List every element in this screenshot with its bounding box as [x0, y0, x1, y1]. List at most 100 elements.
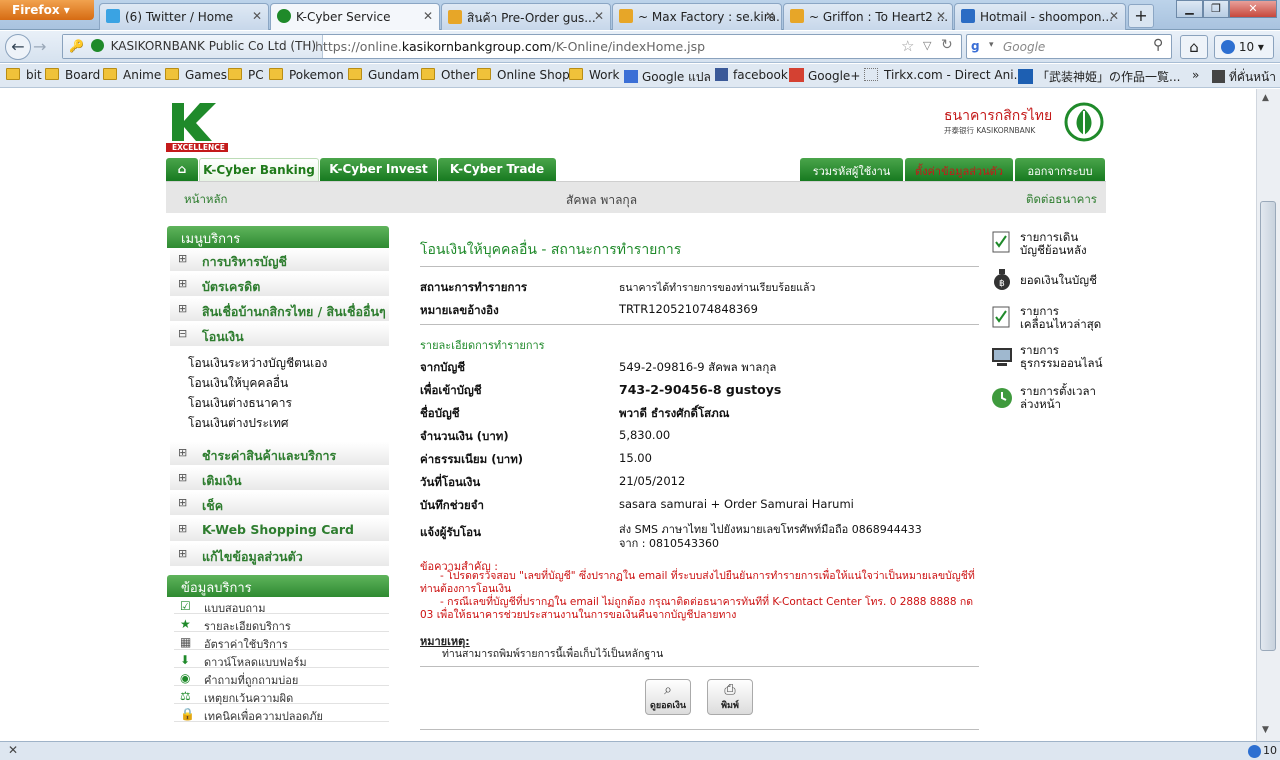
link-scheduled-transactions[interactable]: รายการตั้งเวลา ล่วงหน้า [1020, 385, 1096, 411]
tab-k-cyber-banking[interactable]: K-Cyber Banking [199, 158, 319, 181]
statement-check-icon[interactable] [990, 230, 1014, 254]
submenu-international-transfer[interactable]: โอนเงินต่างประเทศ [188, 414, 289, 433]
bookmark-folder-bit[interactable]: bit [6, 68, 42, 82]
home-tab[interactable]: ⌂ [166, 158, 198, 181]
menu-item-transfer[interactable]: ⊟ โอนเงิน [170, 323, 389, 347]
reload-icon[interactable]: ↻ [941, 37, 953, 53]
url-bar[interactable]: 🔑 KASIKORNBANK Public Co Ltd (TH) https:… [62, 34, 962, 59]
tab-griffon[interactable]: ~ Griffon : To Heart2 ... ✕ [783, 3, 953, 30]
search-icon[interactable]: ⚲ [1153, 37, 1163, 53]
kbank-rice-icon [1064, 102, 1104, 142]
url-dropdown-icon[interactable]: ▽ [923, 39, 931, 52]
url-text[interactable]: https://online.kasikornbankgroup.com/K-O… [315, 39, 705, 54]
tab-preorder[interactable]: สินค้า Pre-Order gus... ✕ [441, 3, 611, 30]
close-icon[interactable]: ✕ [423, 9, 433, 23]
scroll-down-icon[interactable]: ▼ [1262, 725, 1269, 735]
link-statement-history[interactable]: รายการเดิน บัญชีย้อนหลัง [1020, 231, 1087, 257]
home-button[interactable]: ⌂ [1180, 35, 1208, 59]
close-icon[interactable]: ✕ [252, 9, 262, 23]
menu-item-account-management[interactable]: ⊞ การบริหารบัญชี [170, 248, 389, 272]
bookmark-folder-anime[interactable]: Anime [103, 68, 161, 82]
search-engine-dropdown-icon[interactable]: ▾ [989, 40, 994, 50]
search-placeholder[interactable]: Google [1003, 40, 1045, 54]
tab-k-cyber[interactable]: K-Cyber Service ✕ [270, 3, 440, 30]
link-online-transactions[interactable]: รายการ ธุรกรรมออนไลน์ [1020, 344, 1102, 370]
bookmark-tirkx[interactable]: Tirkx.com - Direct Ani... [864, 68, 1025, 82]
menu-item-credit-card[interactable]: ⊞ บัตรเครดิต [170, 273, 389, 297]
link-logout[interactable]: ออกจากระบบ [1015, 158, 1105, 181]
bookmark-busou-shinki[interactable]: 「武装神姫」の作品一覧... [1018, 68, 1180, 85]
notifications-button[interactable]: 10 ▾ [1214, 35, 1274, 59]
folder-icon [269, 68, 283, 80]
bookmark-folder-pokemon[interactable]: Pokemon [269, 68, 344, 82]
tab-hotmail[interactable]: Hotmail - shoompon... ✕ [954, 3, 1126, 30]
menu-item-edit-profile[interactable]: ⊞ แก้ไขข้อมูลส่วนตัว [170, 543, 389, 567]
back-button[interactable]: ← [5, 34, 31, 60]
money-bag-icon[interactable]: ฿ [990, 267, 1014, 291]
site-identity-button[interactable]: 🔑 KASIKORNBANK Public Co Ltd (TH) [63, 35, 324, 58]
expand-icon: ⊞ [178, 496, 188, 509]
svc-disclaimer[interactable]: ⚖ เหตุยกเว้นความผิด [174, 687, 389, 705]
new-tab-button[interactable]: + [1128, 4, 1154, 28]
forward-button[interactable]: → [33, 37, 46, 56]
menu-item-bill-payment[interactable]: ⊞ ชำระค่าสินค้าและบริการ [170, 442, 389, 466]
print-button[interactable]: ⎙ พิมพ์ [707, 679, 753, 715]
close-icon[interactable]: ✕ [594, 9, 604, 23]
bookmark-facebook[interactable]: facebook [715, 68, 788, 82]
svc-faq[interactable]: ◉ คำถามที่ถูกถามบ่อย [174, 669, 389, 687]
link-combine-user-id[interactable]: รวมรหัสผู้ใช้งาน [800, 158, 903, 181]
view-balance-button[interactable]: ⌕ ดูยอดเงิน [645, 679, 691, 715]
menu-item-cheque[interactable]: ⊞ เช็ค [170, 492, 389, 516]
clock-icon[interactable] [990, 386, 1014, 410]
submenu-third-party-transfer[interactable]: โอนเงินให้บุคคลอื่น [188, 374, 288, 393]
status-notification-count[interactable]: 10 [1263, 744, 1277, 757]
tab-k-cyber-invest[interactable]: K-Cyber Invest [320, 158, 437, 181]
link-recent-transactions[interactable]: รายการ เคลื่อนไหวล่าสุด [1020, 305, 1101, 331]
bookmark-folder-other[interactable]: Other [421, 68, 475, 82]
home-link[interactable]: หน้าหลัก [184, 191, 228, 209]
submenu-own-account-transfer[interactable]: โอนเงินระหว่างบัญชีตนเอง [188, 354, 327, 373]
submenu-interbank-transfer[interactable]: โอนเงินต่างธนาคาร [188, 394, 292, 413]
window-close-button[interactable]: ✕ [1229, 0, 1277, 18]
bookmark-folder-gundam[interactable]: Gundam [348, 68, 419, 82]
bookmark-folder-online-shop[interactable]: Online Shop [477, 68, 570, 82]
svc-security-tips[interactable]: 🔒 เทคนิคเพื่อความปลอดภัย [174, 705, 389, 723]
bookmark-folder-games[interactable]: Games [165, 68, 227, 82]
recent-check-icon[interactable] [990, 305, 1014, 329]
bookmark-google-plus[interactable]: Google+ [789, 68, 860, 83]
close-icon[interactable]: ✕ [1109, 9, 1119, 23]
ref-label: หมายเลขอ้างอิง [420, 303, 499, 317]
menu-item-k-web-shopping-card[interactable]: ⊞ K-Web Shopping Card [170, 518, 389, 542]
maximize-button[interactable]: ❐ [1203, 0, 1229, 18]
firefox-menu-button[interactable]: Firefox ▾ [0, 0, 94, 20]
tab-max-factory[interactable]: ~ Max Factory : se.kira... ✕ [612, 3, 782, 30]
bookmark-folder-pc[interactable]: PC [228, 68, 264, 82]
bookmarks-menu[interactable]: ที่คั่นหน้า [1212, 68, 1276, 87]
bookmark-folder-board[interactable]: Board [45, 68, 100, 82]
search-box[interactable]: g ▾ Google ⚲ [966, 34, 1172, 59]
online-transaction-icon[interactable] [990, 345, 1014, 369]
scroll-up-icon[interactable]: ▲ [1262, 93, 1269, 103]
menu-item-loans[interactable]: ⊞ สินเชื่อบ้านกสิกรไทย / สินเชื่ออื่นๆ [170, 298, 389, 322]
minimize-button[interactable]: ▁ [1176, 0, 1203, 18]
close-icon[interactable]: ✕ [765, 9, 775, 23]
scrollbar-thumb[interactable] [1260, 201, 1276, 651]
tab-k-cyber-trade[interactable]: K-Cyber Trade [438, 158, 556, 181]
bookmark-star-icon[interactable]: ☆ [901, 37, 914, 55]
close-icon[interactable]: ✕ [936, 9, 946, 23]
twitter-icon [106, 9, 120, 23]
close-status-icon[interactable]: ✕ [8, 743, 18, 757]
svc-download-forms[interactable]: ⬇ ดาวน์โหลดแบบฟอร์ม [174, 651, 389, 669]
tab-twitter[interactable]: (6) Twitter / Home ✕ [99, 3, 269, 30]
bookmark-folder-work[interactable]: Work [569, 68, 619, 82]
vertical-scrollbar[interactable]: ▲ ▼ [1256, 89, 1280, 741]
bookmarks-overflow-button[interactable]: » [1192, 68, 1199, 82]
menu-item-top-up[interactable]: ⊞ เติมเงิน [170, 467, 389, 491]
link-profile-settings[interactable]: ตั้งค่าข้อมูลส่วนตัว [905, 158, 1013, 181]
svc-service-details[interactable]: ★ รายละเอียดบริการ [174, 615, 389, 633]
svc-questionnaire[interactable]: ☑ แบบสอบถาม [174, 597, 389, 615]
svc-service-fees[interactable]: ▦ อัตราค่าใช้บริการ [174, 633, 389, 651]
link-account-balance[interactable]: ยอดเงินในบัญชี [1020, 274, 1097, 287]
contact-bank-link[interactable]: ติดต่อธนาคาร [1026, 191, 1097, 209]
bookmark-google-translate[interactable]: Google แปล [624, 68, 711, 87]
